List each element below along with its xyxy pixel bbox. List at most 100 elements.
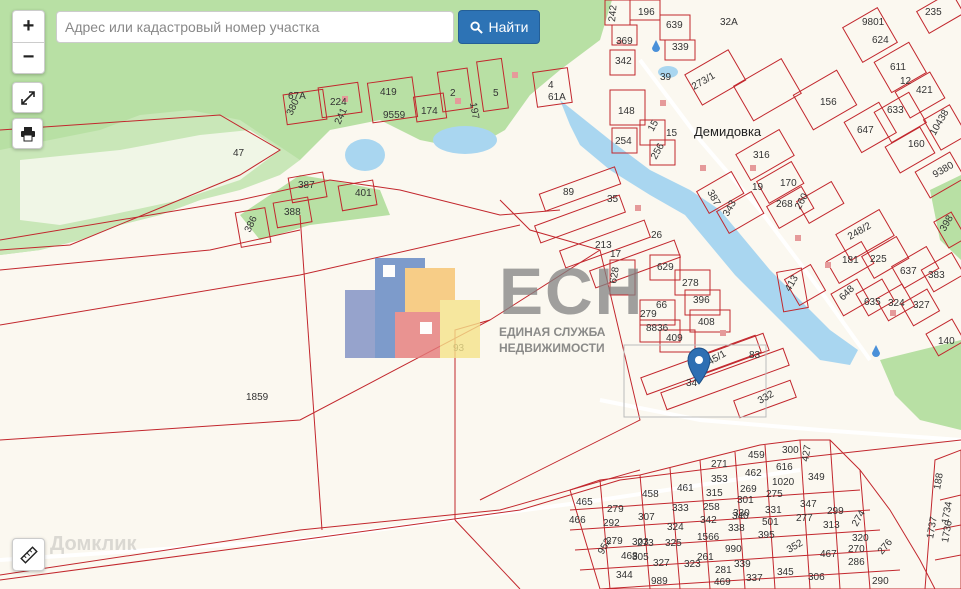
plot-label: 174 bbox=[421, 106, 438, 117]
plot-label: 408 bbox=[698, 317, 715, 328]
plot-label: 327 bbox=[653, 558, 670, 569]
plot-label: 345 bbox=[777, 567, 794, 578]
plot-label: 9559 bbox=[383, 110, 406, 121]
plot-label: 342 bbox=[700, 515, 717, 526]
plus-icon: + bbox=[22, 14, 35, 37]
plot-label: 325 bbox=[665, 538, 682, 549]
plot-label: 5 bbox=[493, 88, 499, 99]
plot-label: 388 bbox=[284, 207, 301, 218]
search-button[interactable]: Найти bbox=[458, 10, 540, 44]
expand-icon bbox=[20, 90, 35, 105]
plot-label: 301 bbox=[737, 495, 754, 506]
plot-label: 501 bbox=[762, 517, 779, 528]
plot-label: 313 bbox=[823, 520, 840, 531]
plot-label: 395 bbox=[758, 530, 775, 541]
fullscreen-button[interactable] bbox=[12, 82, 43, 113]
plot-label: 338 bbox=[728, 523, 745, 534]
plot-label: 39 bbox=[660, 72, 672, 83]
plot-label: 278 bbox=[682, 278, 699, 289]
plot-label: 299 bbox=[827, 506, 844, 517]
plot-label: 32A bbox=[720, 17, 738, 28]
plot-label: 4 bbox=[548, 80, 554, 91]
zoom-control: + − bbox=[12, 10, 45, 74]
plot-label: 170 bbox=[780, 178, 797, 189]
plot-label: 320 bbox=[852, 533, 869, 544]
plot-label: 458 bbox=[642, 489, 659, 500]
plot-label: 639 bbox=[666, 20, 683, 31]
plot-label: 279 bbox=[607, 504, 624, 515]
plot-label: 616 bbox=[776, 462, 793, 473]
plot-label: 35 bbox=[607, 194, 619, 205]
plot-label: 89 bbox=[563, 187, 575, 198]
plot-label: 342 bbox=[615, 56, 632, 67]
plot-label: 156 bbox=[820, 97, 837, 108]
plot-label: 254 bbox=[615, 136, 632, 147]
plot-label: 270 bbox=[848, 544, 865, 555]
plot-label: 316 bbox=[753, 150, 770, 161]
search-input[interactable] bbox=[56, 11, 454, 43]
plot-label: 66 bbox=[656, 300, 668, 311]
plot-label: 468 bbox=[621, 551, 638, 562]
plot-label: 466 bbox=[569, 515, 586, 526]
plot-label: 629 bbox=[657, 262, 674, 273]
plot-label: 268 bbox=[776, 199, 793, 210]
plot-label: 83 bbox=[749, 350, 761, 361]
plot-label: 235 bbox=[925, 7, 942, 18]
plot-label: 333 bbox=[672, 503, 689, 514]
plot-label: 286 bbox=[848, 557, 865, 568]
plot-label: 9801 bbox=[862, 17, 885, 28]
search-icon bbox=[469, 20, 483, 34]
plot-label: 624 bbox=[872, 35, 889, 46]
measure-button[interactable] bbox=[12, 538, 45, 571]
plot-label: 242 bbox=[607, 4, 619, 22]
plot-label: 19 bbox=[752, 182, 764, 193]
print-button[interactable] bbox=[12, 118, 43, 149]
logo-line2: НЕДВИЖИМОСТИ bbox=[499, 341, 605, 355]
plot-label: 401 bbox=[355, 188, 372, 199]
plot-label: 459 bbox=[748, 450, 765, 461]
plot-label: 369 bbox=[616, 36, 633, 47]
plot-label: 275 bbox=[766, 489, 783, 500]
plot-label: 61A bbox=[548, 92, 566, 103]
plot-label: 15 bbox=[666, 128, 678, 139]
plot-label: 340 bbox=[732, 511, 749, 522]
plot-label: 469 bbox=[714, 577, 731, 588]
plot-label: 339 bbox=[734, 559, 751, 570]
plot-label: 633 bbox=[887, 105, 904, 116]
zoom-in-button[interactable]: + bbox=[13, 11, 44, 42]
plot-label: 465 bbox=[576, 497, 593, 508]
plot-label: 1020 bbox=[772, 477, 795, 488]
logo-title: ЕСН bbox=[499, 254, 645, 328]
plot-label: 160 bbox=[908, 139, 925, 150]
plot-label: 277 bbox=[796, 513, 813, 524]
plot-label: 148 bbox=[618, 106, 635, 117]
plot-label: 462 bbox=[745, 468, 762, 479]
plot-label: 258 bbox=[703, 502, 720, 513]
cadastral-map[interactable]: 4767A380 2242414199559 17421975461A3874013… bbox=[0, 0, 961, 589]
plot-label: 347 bbox=[800, 499, 817, 510]
plot-label: 637 bbox=[900, 266, 917, 277]
plot-label: 467 bbox=[820, 549, 837, 560]
search-button-label: Найти bbox=[488, 19, 529, 35]
minus-icon: − bbox=[22, 46, 35, 69]
plot-label: 989 bbox=[651, 576, 668, 587]
zoom-out-button[interactable]: − bbox=[13, 43, 44, 74]
plot-label: 383 bbox=[928, 270, 945, 281]
plot-label: 323 bbox=[684, 559, 701, 570]
plot-label: 635 bbox=[864, 297, 881, 308]
esn-logo: ЕСН ЕДИНАЯ СЛУЖБА НЕДВИЖИМОСТИ bbox=[499, 258, 644, 356]
plot-label: 292 bbox=[603, 518, 620, 529]
plot-label: 300 bbox=[782, 445, 799, 456]
plot-label: 47 bbox=[233, 148, 245, 159]
plot-label: 225 bbox=[870, 254, 887, 265]
place-label: Демидовка bbox=[694, 124, 762, 139]
plot-label: 303 bbox=[632, 537, 649, 548]
plot-label: 611 bbox=[890, 62, 906, 73]
plot-label: 306 bbox=[808, 572, 825, 583]
plot-label: 344 bbox=[616, 570, 633, 581]
plot-label: 421 bbox=[916, 85, 933, 96]
plot-label: 271 bbox=[711, 459, 728, 470]
plot-label: 324 bbox=[667, 522, 684, 533]
plot-label: 26 bbox=[651, 230, 663, 241]
plot-label: 1859 bbox=[246, 392, 269, 403]
